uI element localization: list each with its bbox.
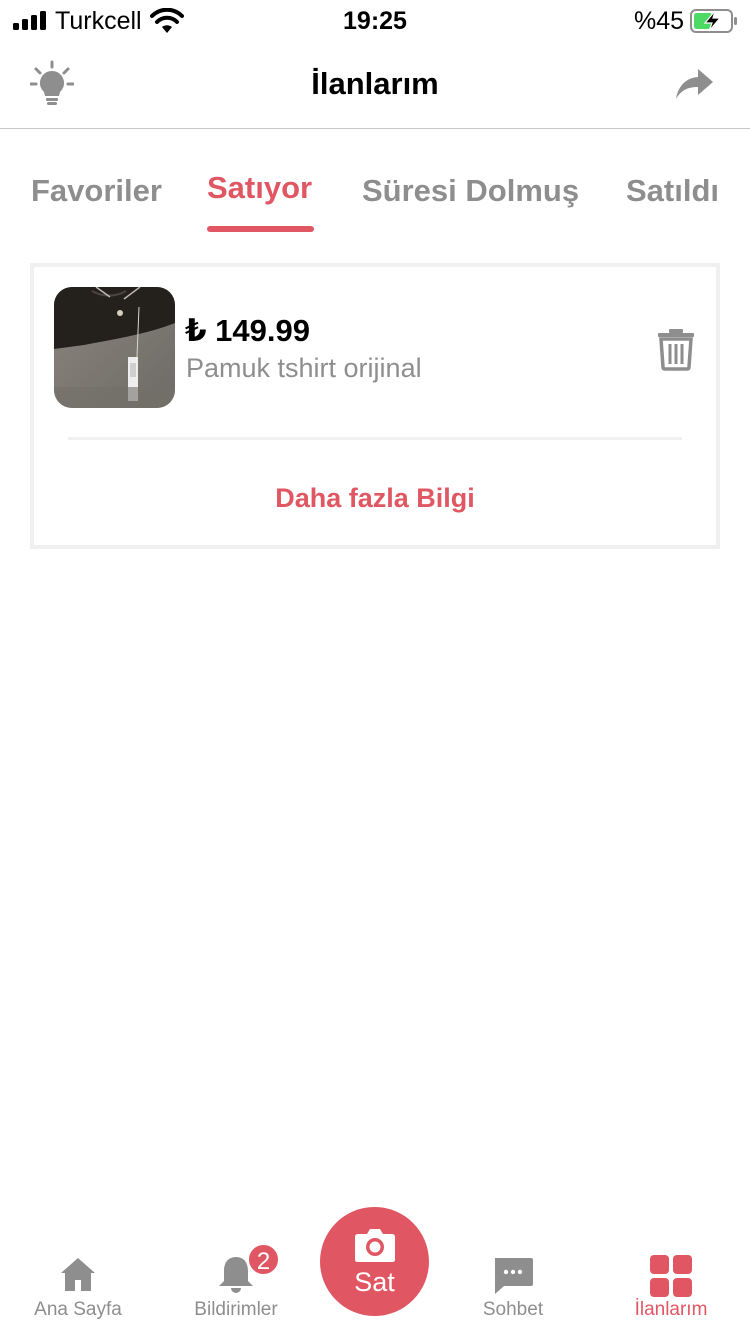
nav-ana-sayfa[interactable]: Ana Sayfa xyxy=(3,1236,153,1334)
nav-label: Sohbet xyxy=(482,1299,544,1320)
listing-title: Pamuk tshirt orijinal xyxy=(186,353,422,383)
sell-button-circle: Sat xyxy=(320,1207,429,1316)
home-icon xyxy=(61,1258,95,1291)
page-title: İlanlarım xyxy=(311,66,439,101)
nav-label: İlanlarım xyxy=(634,1299,708,1320)
battery-charging-icon xyxy=(690,9,737,33)
listing-thumbnail[interactable] xyxy=(54,287,175,408)
battery-percent: %45 xyxy=(634,7,685,35)
tab-satildi[interactable]: Satıldı xyxy=(626,173,719,209)
listing-card[interactable]: ₺ 149.99 Pamuk tshirt orijinal Daha fazl… xyxy=(30,263,720,549)
trash-icon[interactable] xyxy=(656,327,696,371)
notification-badge: 2 xyxy=(247,1243,280,1276)
more-info-button[interactable]: Daha fazla Bilgi xyxy=(34,483,716,514)
chat-icon xyxy=(495,1258,533,1294)
nav-label: Ana Sayfa xyxy=(34,1299,122,1320)
nav-ilanlarim[interactable]: İlanlarım xyxy=(596,1236,746,1334)
sell-button-label: Sat xyxy=(354,1267,395,1297)
listing-status-tabs: Favoriler Satıyor Süresi Dolmuş Satıldı xyxy=(0,129,750,239)
camera-icon xyxy=(355,1229,395,1262)
tab-satiyor[interactable]: Satıyor xyxy=(207,170,312,206)
listing-price: ₺ 149.99 xyxy=(185,313,310,348)
top-navigation-bar: İlanlarım xyxy=(0,42,750,129)
active-tab-indicator xyxy=(207,226,314,232)
nav-label: Bildirimler xyxy=(194,1299,278,1320)
nav-sohbet[interactable]: Sohbet xyxy=(438,1236,588,1334)
card-divider xyxy=(68,437,682,440)
sell-button[interactable]: Sat xyxy=(314,1201,435,1322)
nav-bildirimler[interactable]: Bildirimler xyxy=(161,1236,311,1334)
share-icon[interactable] xyxy=(674,66,714,102)
tab-favoriler[interactable]: Favoriler xyxy=(31,173,162,209)
status-bar: Turkcell 19:25 %45 xyxy=(0,0,750,42)
grid-icon xyxy=(650,1255,692,1297)
tab-suresi-dolmus[interactable]: Süresi Dolmuş xyxy=(362,173,579,209)
